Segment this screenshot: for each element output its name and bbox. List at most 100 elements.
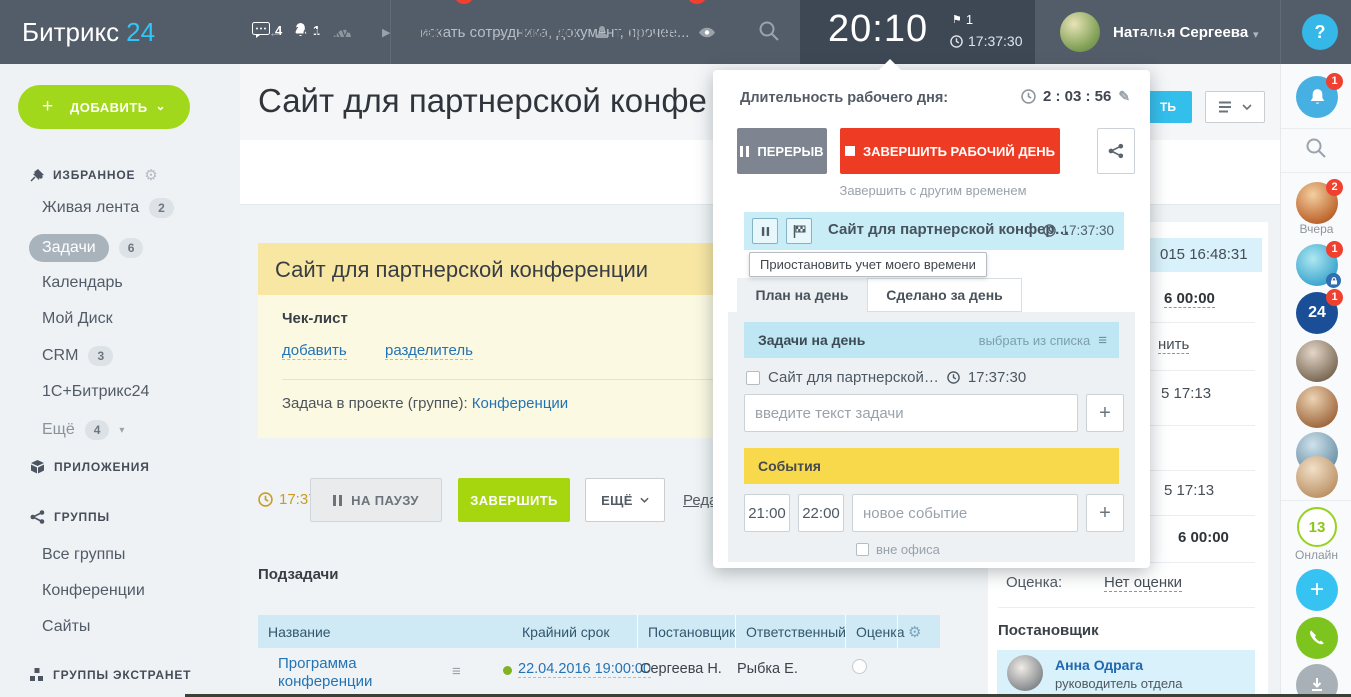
pause-icon bbox=[333, 495, 342, 506]
extranet-header[interactable]: ГРУППЫ ЭКСТРАНЕТ bbox=[30, 668, 191, 682]
sidebar-item-crm[interactable]: CRM 3 bbox=[42, 346, 113, 366]
subtask-name-link[interactable]: Программа конференции bbox=[278, 655, 438, 691]
chevron-down-icon bbox=[1242, 104, 1252, 110]
app-logo[interactable]: Битрикс24 bbox=[22, 17, 155, 48]
tab-day-plan[interactable]: План на день bbox=[737, 278, 867, 312]
yesterday-label: Вчера bbox=[1281, 222, 1351, 236]
clock-icon bbox=[950, 35, 963, 48]
finish-workday-button[interactable]: ЗАВЕРШИТЬ РАБОЧИЙ ДЕНЬ bbox=[840, 128, 1060, 174]
tab-delegated[interactable]: Поручил 5 bbox=[595, 0, 676, 64]
help-button[interactable]: ? bbox=[1302, 14, 1338, 50]
out-of-office-checkbox[interactable] bbox=[856, 543, 869, 556]
sidebar-item-tasks[interactable]: Задачи 6 bbox=[42, 234, 143, 262]
tab-doing[interactable]: ▶ Делаю 1 bbox=[382, 0, 444, 64]
online-counter[interactable]: 13 bbox=[1297, 507, 1337, 547]
sidebar-item-all-groups[interactable]: Все группы bbox=[42, 546, 125, 564]
apps-header[interactable]: ПРИЛОЖЕНИЯ bbox=[30, 460, 150, 474]
rating-value[interactable]: Нет оценки bbox=[1104, 574, 1182, 592]
tab-back-to-list[interactable]: ← К списку bbox=[268, 0, 349, 64]
sidebar-item-live-feed[interactable]: Живая лента 2 bbox=[42, 198, 174, 218]
tab-more[interactable]: Ещё bbox=[1138, 24, 1169, 41]
search-icon[interactable] bbox=[758, 20, 780, 42]
col-deadline[interactable]: Крайний срок bbox=[512, 615, 637, 648]
favorites-header[interactable]: ИЗБРАННОЕ ⚙ bbox=[30, 166, 159, 184]
add-task-plus-button[interactable]: + bbox=[1086, 394, 1124, 432]
finish-task-button[interactable]: ЗАВЕРШИТЬ bbox=[458, 478, 570, 522]
add-event-plus-button[interactable]: + bbox=[1086, 494, 1124, 532]
pause-task-button[interactable] bbox=[752, 218, 778, 244]
share-button[interactable] bbox=[1097, 128, 1135, 174]
choose-from-list-link[interactable]: выбрать из списка≡ bbox=[979, 332, 1107, 349]
badge: 2 bbox=[149, 198, 174, 218]
chat-avatar[interactable]: 1 bbox=[1296, 244, 1338, 286]
chat-avatar[interactable]: 2 bbox=[1296, 182, 1338, 224]
creator-card[interactable]: Анна Одрага руководитель отдела bbox=[997, 650, 1255, 697]
badge: 1 bbox=[1326, 289, 1343, 306]
day-plan-section: Задачи на день выбрать из списка≡ Сайт д… bbox=[728, 312, 1135, 562]
chat-avatar[interactable] bbox=[1296, 386, 1338, 428]
col-name[interactable]: Название bbox=[258, 615, 512, 648]
remind-link-fragment[interactable]: нить bbox=[1158, 336, 1189, 354]
checklist-add-link[interactable]: добавить bbox=[282, 342, 347, 360]
pencil-icon[interactable]: ✎ bbox=[1118, 88, 1130, 105]
sidebar-item-conferences[interactable]: Конференции bbox=[42, 582, 145, 600]
phone-button[interactable] bbox=[1296, 617, 1338, 659]
finish-flag-button[interactable] bbox=[786, 218, 812, 244]
table-gear-icon[interactable]: ⚙ bbox=[897, 615, 940, 648]
tab-helping[interactable]: → Помогаю bbox=[492, 0, 577, 64]
subtask-creator: Сергеева Н. bbox=[640, 661, 722, 677]
chat-avatar[interactable] bbox=[1296, 456, 1338, 498]
day-task-row: Сайт для партнерской… 17:37:30 bbox=[746, 369, 1026, 386]
search-icon[interactable] bbox=[1305, 137, 1327, 159]
download-icon bbox=[1309, 677, 1325, 693]
download-button[interactable] bbox=[1296, 664, 1338, 697]
sidebar-item-my-drive[interactable]: Мой Диск bbox=[42, 310, 113, 328]
checklist-divider-link[interactable]: разделитель bbox=[385, 342, 473, 360]
current-task-name[interactable]: Сайт для партнерской конфер… bbox=[828, 221, 1070, 238]
project-link[interactable]: Конференции bbox=[472, 395, 568, 412]
drag-handle-icon[interactable]: ≡ bbox=[452, 663, 461, 680]
invite-plus-button[interactable]: + bbox=[1296, 569, 1338, 611]
badge: 6 bbox=[119, 238, 144, 258]
eye-icon bbox=[698, 27, 716, 38]
tab-day-done[interactable]: Сделано за день bbox=[867, 278, 1022, 312]
clock-icon bbox=[947, 371, 960, 384]
sidebar-item-1c-bitrix[interactable]: 1С+Битрикс24 bbox=[42, 383, 149, 401]
more-button[interactable]: ЕЩЁ bbox=[585, 478, 665, 522]
tab-watching[interactable] bbox=[698, 0, 723, 64]
gear-icon[interactable]: ⚙ bbox=[144, 166, 158, 184]
search-input[interactable] bbox=[420, 18, 740, 46]
logo-number: 24 bbox=[126, 17, 155, 47]
rating-radio[interactable] bbox=[852, 659, 867, 674]
subtask-deadline[interactable]: 22.04.2016 19:00:00 bbox=[518, 661, 651, 678]
add-button[interactable]: + ДОБАВИТЬ ⌄ bbox=[18, 85, 190, 129]
sidebar-item-more[interactable]: Ещё 4 ▾ bbox=[42, 420, 124, 440]
person-icon bbox=[595, 25, 609, 39]
new-event-input[interactable] bbox=[852, 494, 1078, 532]
worktime-widget[interactable]: 20:10 ⚑1 17:37:30 bbox=[800, 0, 1035, 64]
deadline-fragment[interactable]: 6 00:00 bbox=[1164, 290, 1215, 308]
col-responsible[interactable]: Ответственный bbox=[735, 615, 845, 648]
col-rating[interactable]: Оценка bbox=[845, 615, 897, 648]
arrow-right-icon: → bbox=[492, 24, 507, 41]
view-options-button[interactable] bbox=[1205, 91, 1265, 123]
current-task-time: 17:37:30 bbox=[1043, 223, 1114, 238]
sidebar-item-calendar[interactable]: Календарь bbox=[42, 274, 123, 292]
creator-name-link[interactable]: Анна Одрага bbox=[1055, 657, 1143, 673]
finish-other-time-link[interactable]: Завершить с другим временем bbox=[773, 183, 1093, 198]
notifications-bell-button[interactable]: 1 bbox=[1296, 76, 1338, 118]
bitrix24-chat-avatar[interactable]: 24 1 bbox=[1296, 292, 1338, 334]
event-time-to-input[interactable] bbox=[798, 494, 844, 532]
sidebar-item-sites[interactable]: Сайты bbox=[42, 618, 90, 636]
pause-button[interactable]: НА ПАУЗУ bbox=[310, 478, 442, 522]
task-checkbox[interactable] bbox=[746, 371, 760, 385]
break-button[interactable]: ПЕРЕРЫВ bbox=[737, 128, 827, 174]
event-time-from-input[interactable] bbox=[744, 494, 790, 532]
chevron-down-icon: ▾ bbox=[1253, 28, 1259, 41]
badge: 3 bbox=[88, 346, 113, 366]
groups-header[interactable]: ГРУППЫ bbox=[30, 510, 110, 524]
col-creator[interactable]: Постановщик bbox=[637, 615, 735, 648]
new-task-input[interactable] bbox=[744, 394, 1078, 432]
chat-avatar[interactable] bbox=[1296, 340, 1338, 382]
created-date-fragment: 015 16:48:31 bbox=[1160, 246, 1248, 263]
